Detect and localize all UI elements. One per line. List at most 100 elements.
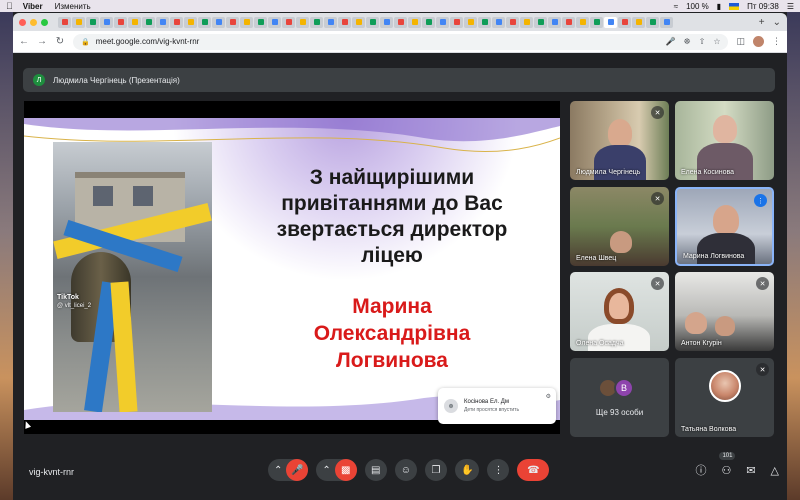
- emoji-reaction-button[interactable]: ☺: [394, 459, 417, 481]
- browser-tab[interactable]: [86, 16, 99, 28]
- share-icon[interactable]: ⇧: [699, 37, 706, 46]
- browser-tab[interactable]: [156, 16, 169, 28]
- meeting-details-icon[interactable]: ⓘ: [695, 462, 706, 478]
- browser-tab[interactable]: [646, 16, 659, 28]
- browser-tab[interactable]: [254, 16, 267, 28]
- browser-tab[interactable]: [450, 16, 463, 28]
- join-request-toast[interactable]: ☻ Косінова Ел. Дм Дети просятся впустить…: [438, 388, 556, 424]
- more-options-button[interactable]: ⋮: [487, 459, 510, 481]
- browser-menu-icon[interactable]: ⋮: [772, 36, 781, 47]
- battery-icon[interactable]: ▮: [717, 2, 721, 11]
- participant-tile[interactable]: ✕ Елена Швец: [570, 187, 669, 266]
- people-button[interactable]: 101 ⚇: [719, 451, 736, 477]
- menu-app-name[interactable]: Viber: [23, 2, 43, 11]
- browser-tab[interactable]: [226, 16, 239, 28]
- control-center-icon[interactable]: ☰: [787, 2, 794, 11]
- browser-tab[interactable]: [604, 16, 617, 28]
- browser-tab[interactable]: [408, 16, 421, 28]
- keyboard-layout-flag-icon[interactable]: [729, 2, 740, 10]
- raise-hand-button[interactable]: ✋: [455, 459, 480, 481]
- browser-tab[interactable]: [58, 16, 71, 28]
- browser-tab[interactable]: [338, 16, 351, 28]
- browser-tab[interactable]: [618, 16, 631, 28]
- lock-icon[interactable]: 🔒: [81, 38, 90, 46]
- participant-tile[interactable]: ✕ Людмила Чергінець: [570, 101, 669, 180]
- participant-tile-active-speaker[interactable]: ⋮ Марина Логвинова: [675, 187, 774, 266]
- browser-tab[interactable]: [506, 16, 519, 28]
- browser-tab[interactable]: [380, 16, 393, 28]
- browser-tab[interactable]: [310, 16, 323, 28]
- new-tab-button[interactable]: +: [759, 17, 765, 28]
- browser-tab[interactable]: [394, 16, 407, 28]
- presentation-stage[interactable]: TikTok @ vlt_licei_2 З найщирішими приві…: [24, 101, 560, 434]
- browser-tab[interactable]: [422, 16, 435, 28]
- browser-tab[interactable]: [352, 16, 365, 28]
- browser-tab[interactable]: [198, 16, 211, 28]
- browser-tab[interactable]: [142, 16, 155, 28]
- participant-tile[interactable]: ✕ Татьяна Волкова: [675, 358, 774, 437]
- browser-tab[interactable]: [576, 16, 589, 28]
- mic-off-button[interactable]: 🎤: [286, 459, 309, 481]
- zoom-window-button[interactable]: [41, 18, 48, 26]
- translate-icon[interactable]: ☸: [683, 37, 690, 46]
- browser-tab[interactable]: [296, 16, 309, 28]
- participant-tile[interactable]: ✕ Олена Осадча: [570, 272, 669, 351]
- participant-tile[interactable]: Елена Косинова: [675, 101, 774, 180]
- present-screen-button[interactable]: ❐: [425, 459, 447, 481]
- browser-tab[interactable]: [114, 16, 127, 28]
- browser-tab[interactable]: [590, 16, 603, 28]
- more-participants-tile[interactable]: В Ще 93 особи: [570, 358, 669, 437]
- browser-tab[interactable]: [548, 16, 561, 28]
- more-participants-label: Ще 93 особи: [595, 408, 644, 417]
- tab-search-icon[interactable]: ⌄: [773, 17, 781, 28]
- chevron-up-icon[interactable]: ⌃: [322, 465, 330, 476]
- clock[interactable]: Пт 09:38: [747, 2, 779, 11]
- mic-control-group[interactable]: ⌃ 🎤: [268, 459, 309, 481]
- browser-tab[interactable]: [282, 16, 295, 28]
- browser-tab[interactable]: [478, 16, 491, 28]
- browser-tab[interactable]: [632, 16, 645, 28]
- reload-icon[interactable]: ↻: [55, 36, 65, 47]
- side-panel-icon[interactable]: ◫: [736, 36, 745, 47]
- toast-settings-icon[interactable]: ⚙: [546, 393, 551, 400]
- url-text[interactable]: meet.google.com/vig-kvnt-rnr: [96, 37, 200, 46]
- browser-tab[interactable]: [366, 16, 379, 28]
- browser-tab[interactable]: [100, 16, 113, 28]
- tab-favicon-icon: [285, 19, 292, 25]
- browser-tab[interactable]: [72, 16, 85, 28]
- participant-tile[interactable]: ✕ Антон Кгурін: [675, 272, 774, 351]
- forward-icon[interactable]: →: [37, 36, 47, 47]
- browser-tab[interactable]: [492, 16, 505, 28]
- browser-tab[interactable]: [268, 16, 281, 28]
- bookmark-star-icon[interactable]: ☆: [713, 37, 720, 46]
- browser-tab[interactable]: [184, 16, 197, 28]
- people-icon[interactable]: ⚇: [721, 465, 731, 477]
- browser-tab[interactable]: [562, 16, 575, 28]
- menu-edit[interactable]: Изменить: [55, 2, 91, 11]
- chevron-up-icon[interactable]: ⌃: [274, 465, 282, 476]
- camera-control-group[interactable]: ⌃ ▩: [316, 459, 357, 481]
- browser-tab[interactable]: [660, 16, 673, 28]
- activities-icon[interactable]: △: [771, 464, 779, 477]
- wifi-icon[interactable]: ≈: [674, 2, 678, 11]
- profile-avatar[interactable]: [753, 36, 764, 47]
- leave-call-button[interactable]: ☎: [517, 459, 550, 481]
- browser-tab[interactable]: [212, 16, 225, 28]
- apple-icon[interactable]: : [6, 1, 13, 11]
- back-icon[interactable]: ←: [19, 36, 29, 47]
- mic-permission-icon[interactable]: 🎤: [665, 37, 675, 46]
- browser-tab[interactable]: [534, 16, 547, 28]
- browser-tab[interactable]: [170, 16, 183, 28]
- browser-tab[interactable]: [240, 16, 253, 28]
- captions-button[interactable]: ▤: [364, 459, 387, 481]
- browser-tab[interactable]: [464, 16, 477, 28]
- minimize-window-button[interactable]: [30, 18, 37, 26]
- close-window-button[interactable]: [19, 18, 26, 26]
- browser-tab[interactable]: [128, 16, 141, 28]
- address-bar[interactable]: 🔒 meet.google.com/vig-kvnt-rnr 🎤 ☸ ⇧ ☆: [73, 33, 729, 50]
- browser-tab[interactable]: [520, 16, 533, 28]
- camera-off-button[interactable]: ▩: [334, 459, 357, 481]
- browser-tab[interactable]: [324, 16, 337, 28]
- browser-tab[interactable]: [436, 16, 449, 28]
- chat-icon[interactable]: ✉: [746, 464, 755, 477]
